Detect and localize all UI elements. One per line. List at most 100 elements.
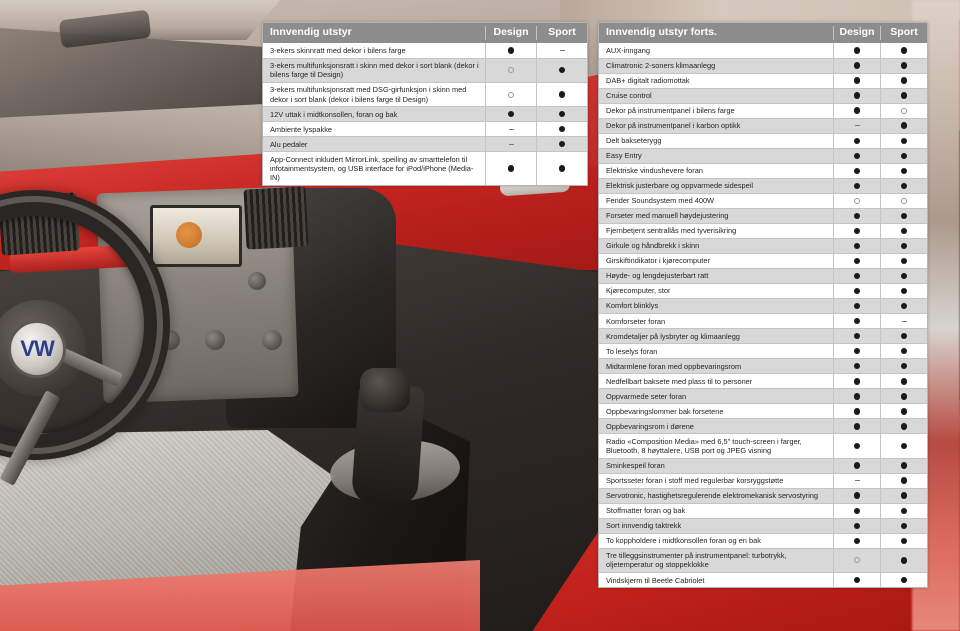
mark-standard-dot-icon: [900, 287, 908, 295]
table-row[interactable]: Fender Soundsystem med 400W: [599, 192, 927, 208]
table-row[interactable]: Kjørecomputer, stor: [599, 283, 927, 299]
mark-standard-dot-icon: [507, 110, 515, 118]
table-row[interactable]: To koppholdere i midtkonsollen foran og …: [599, 532, 927, 548]
mark-standard-dot-icon: [558, 66, 566, 74]
table-row[interactable]: Ambiente lyspakke: [263, 121, 587, 137]
cell-sport: [880, 503, 927, 518]
cell-sport: [880, 103, 927, 118]
table-header-title: Innvendig utstyr: [270, 26, 352, 39]
cell-design: [485, 152, 536, 185]
equipment-label: To koppholdere i midtkonsollen foran og …: [606, 536, 761, 546]
table-row[interactable]: DAB+ digitalt radiomottak: [599, 72, 927, 88]
cell-sport: [536, 152, 587, 185]
cell-design: [833, 404, 880, 419]
mark-standard-dot-icon: [900, 347, 908, 355]
mark-standard-dot-icon: [853, 423, 861, 430]
mark-standard-dot-icon: [853, 107, 861, 114]
table-row[interactable]: Sportsseter foran i stoff med regulerbar…: [599, 472, 927, 488]
mark-standard-dot-icon: [558, 140, 566, 148]
table-row[interactable]: Oppvarmede seter foran: [599, 388, 927, 404]
table-row[interactable]: Komfort blinklys: [599, 298, 927, 314]
table-row[interactable]: Alu pedaler: [263, 136, 587, 152]
mark-standard-dot-icon: [900, 362, 908, 370]
cell-design: [833, 103, 880, 118]
mark-standard-dot-icon: [853, 257, 861, 265]
cell-design: [833, 238, 880, 253]
cell-sport: [880, 118, 927, 133]
table-row[interactable]: Nedfellbart baksete med plass til to per…: [599, 373, 927, 389]
table-row[interactable]: 3-ekers multifunksjonsratt i skinn med d…: [263, 57, 587, 82]
mark-unavailable-dash-icon: [854, 480, 860, 482]
table-row[interactable]: AUX-inngang: [599, 43, 927, 58]
cell-sport: [536, 137, 587, 152]
equipment-label: Easy Entry: [606, 151, 642, 161]
equipment-label: Cruise control: [606, 91, 652, 101]
table-row[interactable]: Sminkespeil foran: [599, 457, 927, 473]
table-row[interactable]: Midtarmlene foran med oppbevaringsrom: [599, 358, 927, 374]
table-row[interactable]: App-Connect inkludert MirrorLink, speili…: [263, 151, 587, 185]
equipment-label: AUX-inngang: [606, 45, 650, 55]
mark-standard-dot-icon: [507, 165, 515, 172]
cell-design: [833, 573, 880, 588]
cell-design: [833, 458, 880, 473]
equipment-label: 3-ekers multifunksjonsratt i skinn med d…: [270, 60, 479, 80]
table-row[interactable]: Vindskjerm til Beetle Cabriolet: [599, 572, 927, 588]
table-row[interactable]: Elektrisk justerbare og oppvarmede sides…: [599, 177, 927, 193]
equipment-label: Vindskjerm til Beetle Cabriolet: [606, 575, 705, 585]
equipment-label: Tre tilleggsinstrumenter på instrumentpa…: [606, 551, 787, 570]
cell-sport: [880, 254, 927, 269]
table-row[interactable]: Kromdetaljer på lysbryter og klimaanlegg: [599, 328, 927, 344]
mark-standard-dot-icon: [853, 77, 861, 84]
table-header-title: Innvendig utstyr forts.: [606, 26, 717, 39]
cell-design: [485, 107, 536, 122]
cell-design: [833, 299, 880, 314]
photo-screen-icon: [176, 222, 202, 248]
table-row[interactable]: Oppbevaringsrom i dørene: [599, 418, 927, 434]
cell-design: [833, 118, 880, 133]
table-row[interactable]: Girskiftindikator i kjørecomputer: [599, 253, 927, 269]
table-row[interactable]: 12V uttak i midtkonsollen, foran og bak: [263, 106, 587, 122]
equipment-label: To leselys foran: [606, 346, 658, 356]
equipment-label: Servotronic, hastighetsregulerende elekt…: [606, 491, 818, 501]
mark-unavailable-dash-icon: [508, 128, 514, 130]
table-row[interactable]: Forseter med manuell høydejustering: [599, 207, 927, 223]
cell-sport: [880, 133, 927, 148]
table-row[interactable]: Elektriske vindushevere foran: [599, 162, 927, 178]
photo-knob: [205, 330, 225, 350]
equipment-label: Kjørecomputer, stor: [606, 286, 671, 296]
table-row[interactable]: 3-ekers multifunksjonsratt med DSG-girfu…: [263, 81, 587, 107]
table-row[interactable]: To leselys foran: [599, 343, 927, 359]
mark-optional-circle-icon: [508, 67, 514, 74]
equipment-label: Fjernbetjent sentrallås med tyverisikrin…: [606, 226, 737, 236]
table-row[interactable]: Dekor på instrumentpanel i bilens farge: [599, 102, 927, 118]
table-row[interactable]: 3-ekers skinnratt med dekor i bilens far…: [263, 43, 587, 58]
table-row[interactable]: Girkule og håndbrekk i skinn: [599, 237, 927, 253]
table-row[interactable]: Tre tilleggsinstrumenter på instrumentpa…: [599, 547, 927, 573]
cell-sport: [880, 473, 927, 488]
table-row[interactable]: Oppbevaringslommer bak forsetene: [599, 403, 927, 419]
table-row[interactable]: Servotronic, hastighetsregulerende elekt…: [599, 487, 927, 503]
table-row[interactable]: Easy Entry: [599, 147, 927, 163]
mark-standard-dot-icon: [900, 302, 908, 310]
table-row[interactable]: Dekor på instrumentpanel i karbon optikk: [599, 117, 927, 133]
table-row[interactable]: Cruise control: [599, 87, 927, 103]
table-row[interactable]: Stoffmatter foran og bak: [599, 502, 927, 518]
cell-design: [833, 163, 880, 178]
mark-standard-dot-icon: [853, 576, 861, 584]
table-row[interactable]: Climatronic 2-soners klimaanlegg: [599, 57, 927, 73]
table-row[interactable]: Radio «Composition Media» med 6,5" touch…: [599, 433, 927, 458]
equipment-table-interior-continued: Innvendig utstyr forts. Design Sport AUX…: [598, 22, 928, 589]
mark-standard-dot-icon: [900, 557, 908, 564]
table-row[interactable]: Delt bakseterygg: [599, 132, 927, 148]
mark-standard-dot-icon: [853, 408, 861, 415]
table-row[interactable]: Sort innvendig taktrekk: [599, 517, 927, 533]
table-header-design: Design: [485, 26, 536, 40]
table-row[interactable]: Høyde- og lengdejusterbart ratt: [599, 268, 927, 284]
mark-standard-dot-icon: [853, 378, 861, 385]
cell-sport: [536, 122, 587, 137]
table-row[interactable]: Fjernbetjent sentrallås med tyverisikrin…: [599, 222, 927, 238]
mark-standard-dot-icon: [900, 378, 908, 385]
equipment-label: Elektriske vindushevere foran: [606, 166, 703, 176]
cell-design: [833, 88, 880, 103]
table-row[interactable]: Komforseter foran: [599, 313, 927, 329]
